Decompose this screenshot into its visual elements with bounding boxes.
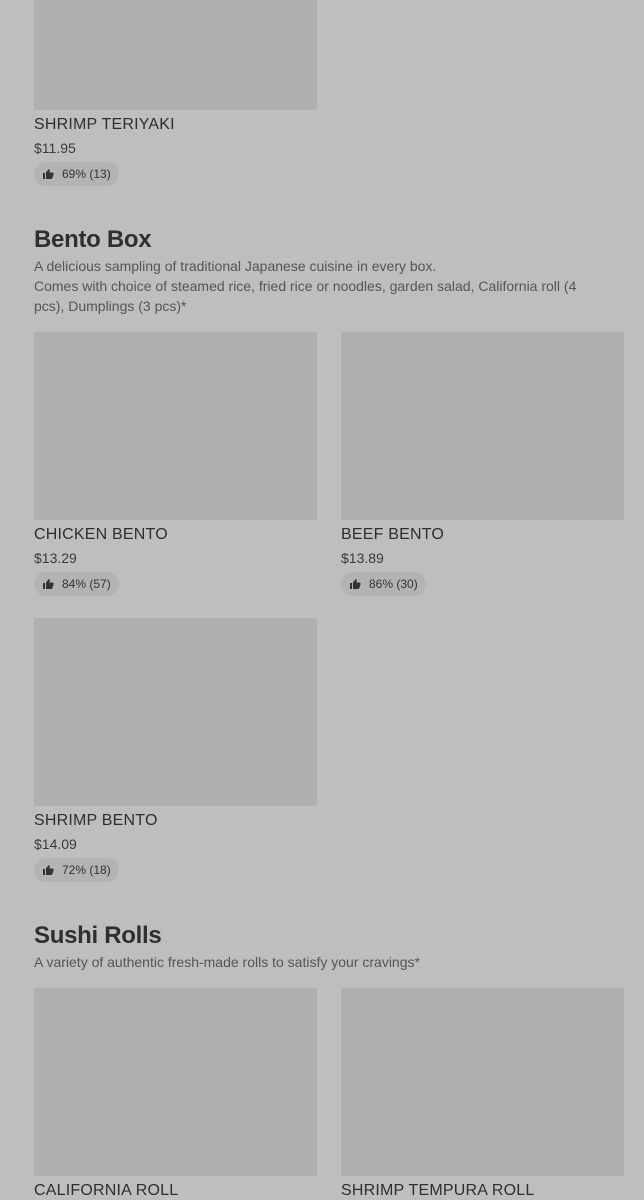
- item-name: SHRIMP BENTO: [34, 812, 158, 829]
- item-image: [34, 0, 317, 110]
- item-image: [34, 332, 317, 520]
- rating-text: 86% (30): [369, 577, 418, 591]
- rating-text: 69% (13): [62, 167, 111, 181]
- item-name: CALIFORNIA ROLL: [34, 1182, 179, 1199]
- thumbs-up-icon: [43, 169, 54, 179]
- rating-text: 84% (57): [62, 577, 111, 591]
- menu-item-card[interactable]: CHICKEN BENTO $13.29 84% (57): [34, 332, 317, 596]
- menu-item-card[interactable]: SHRIMP TEMPURA ROLL: [341, 988, 624, 1199]
- thumbs-up-icon: [43, 865, 54, 875]
- description-line: A delicious sampling of traditional Japa…: [34, 258, 437, 274]
- menu-item-card[interactable]: BEEF BENTO $13.89 86% (30): [341, 332, 624, 596]
- thumbs-up-icon: [43, 579, 54, 589]
- section-description-sushi: A variety of authentic fresh-made rolls …: [34, 954, 420, 970]
- description-line: Comes with choice of steamed rice, fried…: [34, 278, 577, 314]
- item-name: SHRIMP TEMPURA ROLL: [341, 1182, 535, 1199]
- item-name: BEEF BENTO: [341, 526, 445, 543]
- rating-badge: 72% (18): [34, 858, 119, 882]
- item-name: CHICKEN BENTO: [34, 526, 168, 543]
- rating-text: 72% (18): [62, 863, 111, 877]
- menu-item-card[interactable]: SHRIMP TERIYAKI $11.95 69% (13): [34, 0, 317, 186]
- menu-item-card[interactable]: CALIFORNIA ROLL: [34, 988, 317, 1199]
- item-image: [341, 988, 624, 1176]
- item-price: $14.09: [34, 836, 77, 852]
- item-image: [341, 332, 624, 520]
- item-price: $13.29: [34, 550, 77, 566]
- section-title-bento: Bento Box: [34, 226, 152, 253]
- thumbs-up-icon: [350, 579, 361, 589]
- item-name: SHRIMP TERIYAKI: [34, 116, 175, 133]
- rating-badge: 86% (30): [341, 572, 426, 596]
- item-price: $13.89: [341, 550, 384, 566]
- section-title-sushi: Sushi Rolls: [34, 922, 162, 949]
- rating-badge: 84% (57): [34, 572, 119, 596]
- rating-badge: 69% (13): [34, 162, 119, 186]
- item-image: [34, 988, 317, 1176]
- item-image: [34, 618, 317, 806]
- section-description-bento: A delicious sampling of traditional Japa…: [34, 256, 609, 316]
- menu-item-card[interactable]: SHRIMP BENTO $14.09 72% (18): [34, 618, 317, 882]
- item-price: $11.95: [34, 140, 76, 156]
